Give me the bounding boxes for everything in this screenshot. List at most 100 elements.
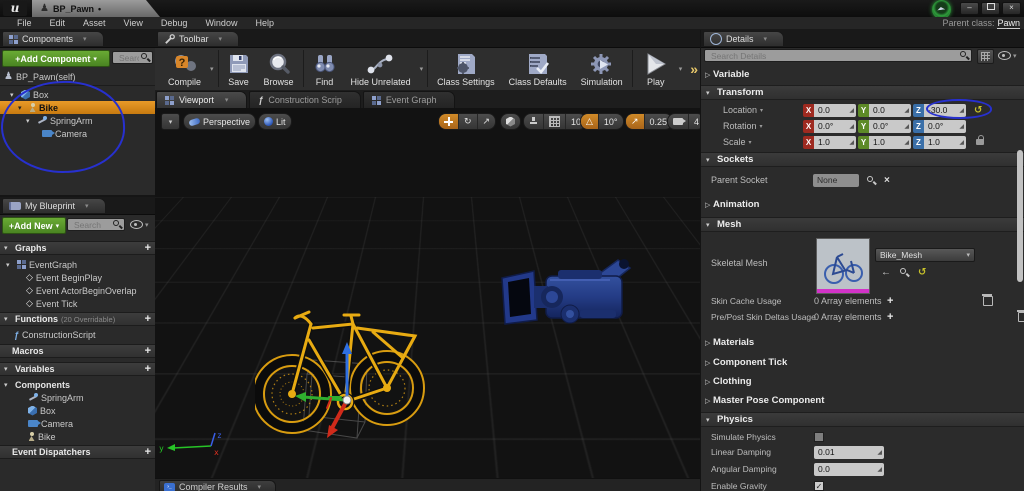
expander-icon[interactable]: ▾	[26, 117, 34, 125]
variable-bike-row[interactable]: Bike	[0, 430, 155, 443]
move-tool-button[interactable]	[439, 114, 459, 129]
tree-row-springarm[interactable]: ▾ SpringArm	[0, 114, 155, 127]
component-tick-section-header[interactable]: ▷ Component Tick	[701, 355, 1024, 370]
location-y-field[interactable]: 0.0◢	[869, 104, 911, 117]
location-label[interactable]: Location	[723, 105, 757, 115]
compile-button[interactable]: ? Compile	[161, 47, 208, 90]
class-defaults-button[interactable]: Class Defaults	[502, 47, 574, 90]
transform-section-header[interactable]: ▾ Transform	[701, 85, 1024, 100]
skeletal-mesh-dropdown[interactable]: Bike_Mesh ▾	[875, 248, 975, 262]
menu-file[interactable]: File	[8, 18, 41, 28]
camera-speed-button[interactable]	[668, 114, 689, 129]
use-selected-icon[interactable]: ←	[881, 267, 891, 278]
scale-y-field[interactable]: 1.0◢	[869, 136, 911, 149]
simulate-physics-checkbox[interactable]	[814, 432, 824, 442]
expander-icon[interactable]: ▾	[6, 261, 14, 269]
close-button[interactable]: ×	[1002, 2, 1021, 15]
coordinate-space-toggle[interactable]	[500, 113, 521, 130]
trash-icon[interactable]	[1018, 312, 1024, 322]
components-search-input[interactable]	[117, 52, 141, 64]
menu-debug[interactable]: Debug	[152, 18, 197, 28]
maximize-button[interactable]	[981, 2, 1000, 15]
menu-view[interactable]: View	[115, 18, 152, 28]
class-settings-button[interactable]: Class Settings	[430, 47, 502, 90]
surface-snap-button[interactable]	[524, 114, 544, 129]
add-graph-button[interactable]: +	[145, 243, 151, 253]
rotation-snap-value[interactable]: 10°	[599, 114, 623, 129]
find-button[interactable]: Find	[306, 47, 344, 90]
scale-tool-button[interactable]: ↗	[478, 114, 496, 129]
materials-section-header[interactable]: ▷ Materials	[701, 335, 1024, 350]
play-button[interactable]: Play	[635, 47, 677, 90]
add-array-element-button[interactable]: +	[887, 296, 893, 306]
rotation-snap-button[interactable]: △	[581, 114, 599, 129]
mesh-section-header[interactable]: ▾ Mesh	[701, 217, 1024, 232]
details-search-input[interactable]	[709, 50, 960, 62]
viewport-3d[interactable]: ▾ Perspective Lit ↻ ↗ 10 △ 10°	[155, 108, 700, 478]
animation-section-header[interactable]: ▷ Animation	[701, 197, 1024, 212]
expander-icon[interactable]: ▾	[10, 91, 18, 99]
drag-handle-icon[interactable]: ◢	[877, 466, 882, 473]
add-dispatcher-button[interactable]: +	[145, 447, 151, 457]
variables-header[interactable]: ▾ Variables +	[0, 362, 155, 376]
tab-construction-script[interactable]: ƒ Construction Scrip	[249, 91, 361, 108]
play-options-caret[interactable]: ▾	[679, 65, 683, 73]
minimize-button[interactable]: –	[960, 2, 979, 15]
drag-handle-icon[interactable]: ◢	[904, 123, 909, 130]
tree-row-root[interactable]: ♟ BP_Pawn(self)	[0, 70, 155, 83]
tree-row-box[interactable]: ▾ Box	[0, 88, 155, 101]
hide-unrelated-caret[interactable]: ▾	[420, 65, 424, 73]
components-search[interactable]	[112, 51, 153, 64]
drag-handle-icon[interactable]: ◢	[904, 139, 909, 146]
add-component-button[interactable]: +Add Component ▾	[2, 50, 110, 67]
camera-mesh[interactable]	[500, 252, 645, 334]
variable-section-header[interactable]: ▷ Variable	[701, 67, 1024, 82]
scale-x-field[interactable]: 1.0◢	[814, 136, 856, 149]
scale-label[interactable]: Scale	[723, 137, 746, 147]
components-tab[interactable]: Components ▾	[2, 31, 104, 46]
drag-handle-icon[interactable]: ◢	[849, 107, 854, 114]
hide-unrelated-button[interactable]: Hide Unrelated	[344, 47, 418, 90]
angular-damping-field[interactable]: 0.0◢	[814, 463, 884, 476]
save-button[interactable]: Save	[221, 47, 257, 90]
grid-snap-button[interactable]	[544, 114, 566, 129]
variable-springarm-row[interactable]: SpringArm	[0, 391, 155, 404]
eventgraph-row[interactable]: ▾ EventGraph	[0, 258, 155, 271]
variable-camera-row[interactable]: Camera	[0, 417, 155, 430]
rotation-x-field[interactable]: 0.0°◢	[814, 120, 856, 133]
tree-row-camera[interactable]: Camera	[0, 127, 155, 140]
tab-event-graph[interactable]: Event Graph	[363, 91, 456, 108]
expander-icon[interactable]: ▾	[18, 104, 26, 112]
tree-row-bike[interactable]: ▾ Bike	[0, 101, 155, 114]
drag-handle-icon[interactable]: ◢	[904, 107, 909, 114]
parent-class-link[interactable]: Pawn	[997, 18, 1020, 29]
clear-socket-icon[interactable]: ×	[884, 175, 890, 186]
physics-section-header[interactable]: ▾ Physics	[701, 412, 1024, 427]
variables-components-group[interactable]: ▾ Components	[0, 378, 155, 391]
variable-box-row[interactable]: Box	[0, 404, 155, 417]
rotation-z-field[interactable]: 0.0°◢	[924, 120, 966, 133]
my-blueprint-tab[interactable]: My Blueprint ▾	[2, 198, 106, 213]
add-array-element-button[interactable]: +	[887, 312, 893, 322]
browse-to-asset-icon[interactable]	[900, 268, 909, 277]
skeletal-mesh-thumbnail[interactable]	[816, 238, 870, 294]
rotation-label[interactable]: Rotation	[723, 121, 757, 131]
camera-speed-value[interactable]: 4	[689, 114, 700, 129]
search-icon[interactable]	[867, 176, 876, 185]
simulation-button[interactable]: Simulation	[574, 47, 630, 90]
transform-gizmo[interactable]	[293, 338, 363, 443]
clothing-section-header[interactable]: ▷ Clothing	[701, 374, 1024, 389]
details-view-options[interactable]: ▾	[998, 51, 1017, 60]
my-blueprint-search[interactable]	[67, 218, 125, 231]
compiler-results-tab[interactable]: ›_ Compiler Results ▾	[159, 480, 276, 491]
document-tab[interactable]: ♟ BP_Pawn •	[32, 0, 160, 17]
menu-window[interactable]: Window	[196, 18, 246, 28]
drag-handle-icon[interactable]: ◢	[849, 123, 854, 130]
add-variable-button[interactable]: +	[145, 364, 151, 374]
event-beginplay-row[interactable]: ◇ Event BeginPlay	[0, 271, 155, 284]
location-z-field[interactable]: -30.0◢	[924, 104, 966, 117]
compile-options-caret[interactable]: ▾	[210, 65, 214, 73]
event-dispatchers-header[interactable]: Event Dispatchers +	[0, 445, 155, 459]
visibility-filter[interactable]: ▾	[130, 220, 149, 229]
master-pose-section-header[interactable]: ▷ Master Pose Component	[701, 393, 1024, 408]
